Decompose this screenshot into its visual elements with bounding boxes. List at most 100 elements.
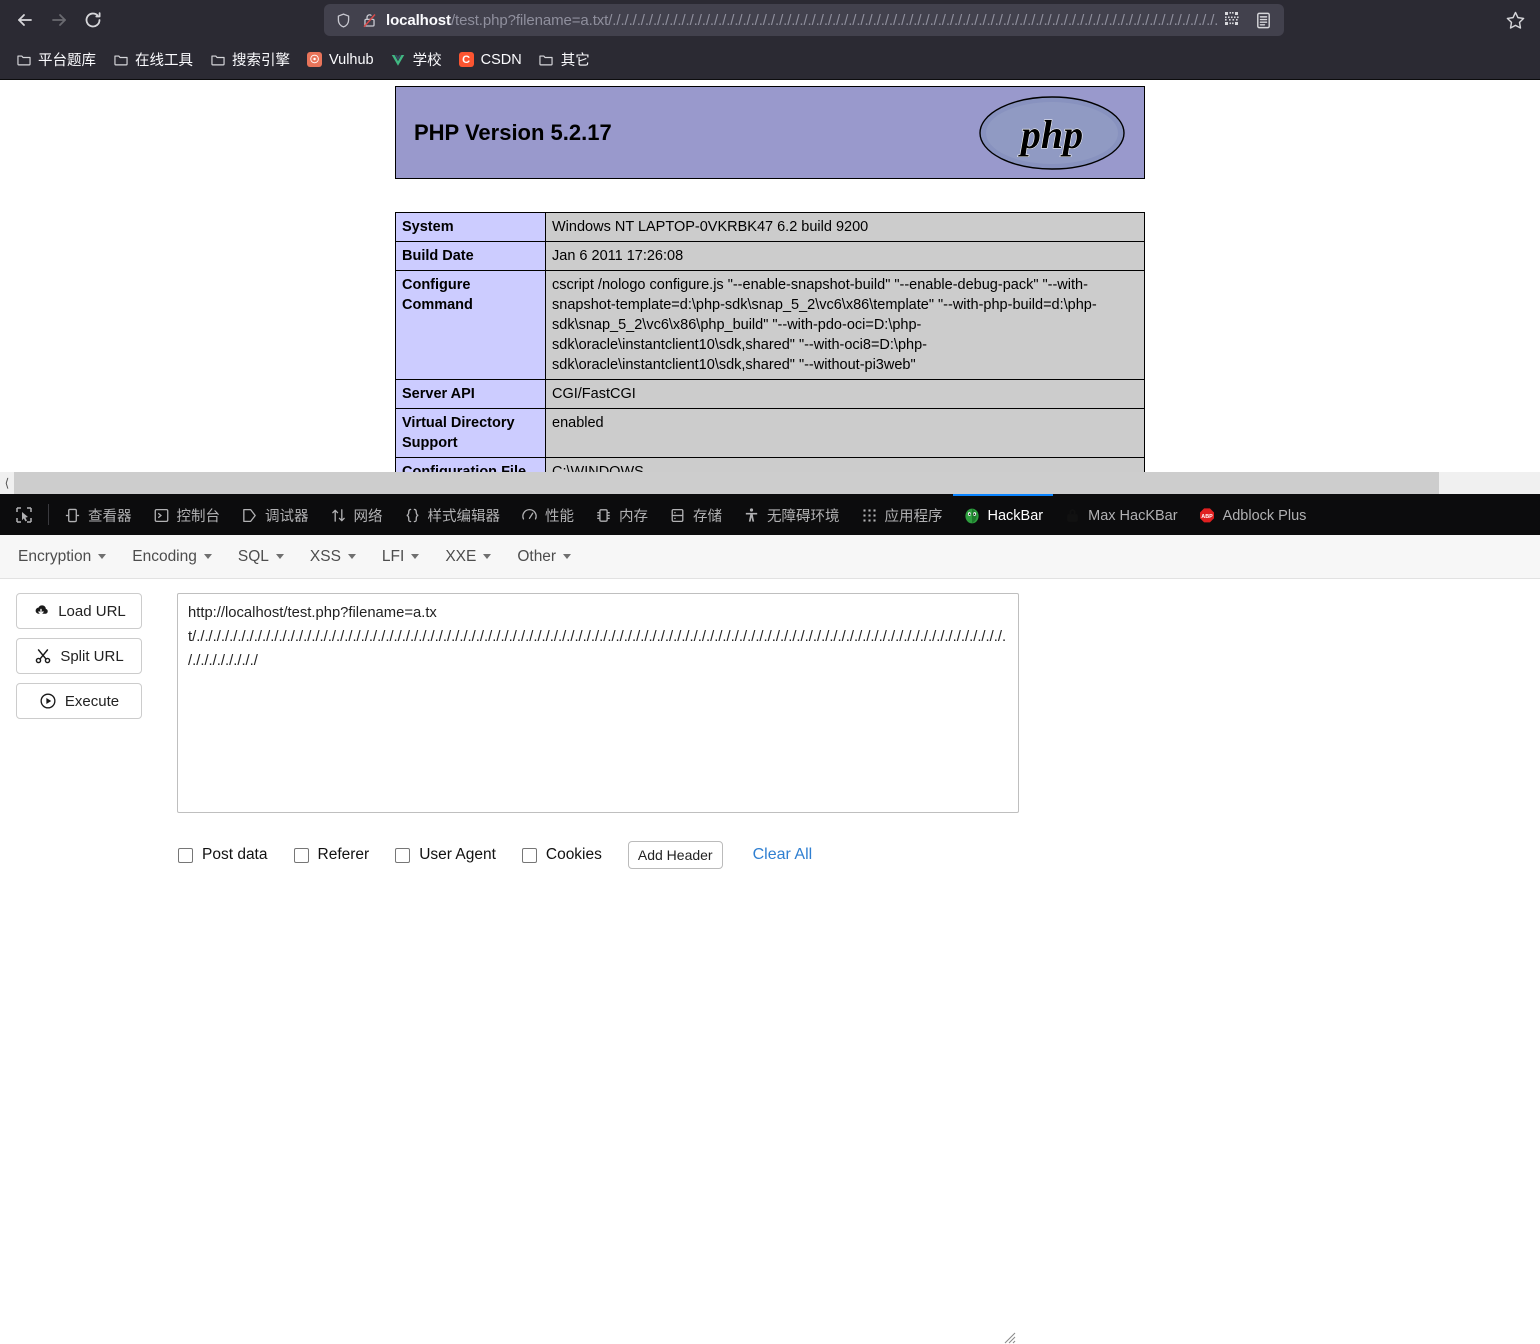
load-url-button[interactable]: Load URL: [16, 593, 142, 629]
reload-button[interactable]: [76, 3, 110, 37]
bookmark-item[interactable]: C CSDN: [451, 47, 529, 72]
devtools-tab-console[interactable]: 控制台: [142, 494, 231, 535]
hackbar-icon: [963, 506, 982, 525]
clear-all-link[interactable]: Clear All: [753, 846, 813, 864]
devtools-tab-accessibility[interactable]: 无障碍环境: [732, 494, 850, 535]
url-textarea[interactable]: [177, 593, 1019, 813]
devtools-tab-adblock-plus[interactable]: ABP Adblock Plus: [1188, 494, 1317, 535]
folder-icon: [538, 51, 555, 68]
vue-icon: [390, 51, 407, 68]
bookmark-item[interactable]: 平台题库: [8, 45, 103, 74]
hackbar-menu-label: Encoding: [132, 547, 197, 565]
checkbox-label: Cookies: [545, 846, 602, 863]
cloud-download-icon: [32, 602, 50, 620]
devtools-tab-debugger[interactable]: 调试器: [230, 494, 319, 535]
vulhub-icon: ☉: [306, 51, 323, 68]
url-host: localhost: [386, 11, 451, 29]
scroll-left-arrow-icon[interactable]: ⟨: [0, 472, 14, 494]
hackbar-menu-label: XSS: [309, 547, 341, 565]
bookmark-item[interactable]: 在线工具: [105, 45, 200, 74]
bookmark-label: CSDN: [480, 51, 522, 68]
table-row: System Windows NT LAPTOP-0VKRBK47 6.2 bui…: [395, 212, 1145, 242]
bookmark-item[interactable]: ☉ Vulhub: [299, 47, 381, 72]
devtools-tab-inspector[interactable]: 查看器: [53, 494, 142, 535]
table-cell-value: Windows NT LAPTOP-0VKRBK47 6.2 build 920…: [545, 212, 1145, 242]
phpinfo-document: PHP Version 5.2.17 php System Windows NT …: [395, 81, 1145, 472]
checkbox-post-data[interactable]: Post data: [178, 846, 268, 864]
table-cell-key: System: [395, 212, 546, 242]
hackbar-menu-xss[interactable]: XSS: [310, 548, 356, 566]
devtools-tab-network[interactable]: 网络: [319, 494, 393, 535]
devtools-tab-style-editor[interactable]: 样式编辑器: [393, 494, 511, 535]
browser-navigation-toolbar: localhost/test.php?filename=a.txt/./././…: [0, 0, 1540, 40]
folder-icon: [112, 51, 129, 68]
checkbox-box[interactable]: [178, 847, 193, 863]
checkbox-referer[interactable]: Referer: [293, 846, 369, 864]
hackbar-menu-other[interactable]: Other: [517, 548, 572, 566]
scrollbar-track[interactable]: [14, 472, 1540, 494]
element-picker-icon[interactable]: [4, 494, 44, 535]
bookmark-item[interactable]: 学校: [383, 45, 449, 74]
devtools-tab-performance[interactable]: 性能: [510, 494, 584, 535]
memory-icon: [594, 506, 613, 525]
chevron-down-icon: [563, 554, 572, 559]
checkbox-box[interactable]: [395, 847, 411, 863]
csdn-icon: C: [458, 51, 475, 68]
execute-label: Execute: [64, 692, 120, 710]
hackbar-menu-sql[interactable]: SQL: [238, 548, 284, 566]
checkbox-label: User Agent: [419, 846, 496, 863]
checkbox-cookies[interactable]: Cookies: [521, 846, 602, 864]
toolbar-divider: [48, 504, 49, 525]
bookmark-star-icon[interactable]: [1498, 3, 1532, 37]
textarea-resize-grip[interactable]: [1000, 1328, 1016, 1344]
bookmark-item[interactable]: 其它: [531, 45, 597, 74]
devtools-tab-label: HackBar: [987, 507, 1044, 524]
add-header-button[interactable]: Add Header: [627, 841, 723, 869]
url-text[interactable]: localhost/test.php?filename=a.txt/./././…: [386, 12, 1218, 29]
table-cell-value: cscript /nologo configure.js "--enable-s…: [545, 270, 1145, 380]
hackbar-menu-xxe[interactable]: XXE: [445, 548, 492, 566]
phpinfo-table: System Windows NT LAPTOP-0VKRBK47 6.2 bui…: [395, 212, 1145, 472]
devtools-tab-max-hackbar[interactable]: Max HacKBar: [1053, 494, 1187, 535]
checkbox-box[interactable]: [293, 847, 309, 863]
table-cell-key: Build Date: [395, 241, 546, 271]
hackbar-menu-label: SQL: [237, 547, 269, 565]
bookmark-label: 学校: [412, 53, 442, 69]
back-button[interactable]: [8, 3, 42, 37]
devtools-tab-memory[interactable]: 内存: [584, 494, 658, 535]
forward-button[interactable]: [42, 3, 76, 37]
scrollbar-thumb[interactable]: [14, 472, 1439, 494]
debugger-icon: [240, 506, 259, 525]
execute-button[interactable]: Execute: [16, 683, 142, 719]
performance-icon: [520, 506, 539, 525]
adblock-plus-icon: ABP: [1198, 506, 1217, 525]
chevron-down-icon: [203, 554, 212, 559]
reader-mode-icon[interactable]: [1248, 5, 1278, 35]
address-bar[interactable]: localhost/test.php?filename=a.txt/./././…: [324, 4, 1284, 36]
split-url-button[interactable]: Split URL: [16, 638, 142, 674]
shield-icon[interactable]: [330, 7, 356, 33]
table-cell-value: Jan 6 2011 17:26:08: [545, 241, 1145, 271]
qr-code-icon[interactable]: [1218, 5, 1248, 35]
bookmark-label: 其它: [560, 53, 590, 69]
devtools-tab-label: 样式编辑器: [427, 509, 501, 525]
devtools-tab-hackbar[interactable]: HackBar: [952, 494, 1054, 535]
hackbar-body: Load URL Split URL Execute http://localh…: [0, 579, 1540, 813]
load-url-label: Load URL: [58, 602, 126, 620]
hackbar-menu-encryption[interactable]: Encryption: [18, 548, 107, 566]
checkbox-box[interactable]: [521, 847, 537, 863]
hackbar-panel: Encryption Encoding SQL XSS LFI XXE Other Load…: [0, 535, 1540, 1344]
hackbar-menu-encoding[interactable]: Encoding: [132, 548, 212, 566]
lock-broken-icon[interactable]: [356, 7, 382, 33]
table-row: Virtual Directory Support enabled: [395, 408, 1145, 458]
bookmark-item[interactable]: 搜索引擎: [202, 45, 297, 74]
table-row: Server API CGI/FastCGI: [395, 379, 1145, 409]
checkbox-user-agent[interactable]: User Agent: [395, 846, 496, 864]
chevron-down-icon: [98, 554, 107, 559]
devtools-tab-label: Max HacKBar: [1088, 507, 1178, 524]
table-cell-value: C:\WINDOWS: [545, 457, 1145, 472]
page-horizontal-scrollbar[interactable]: ⟨: [0, 472, 1540, 494]
hackbar-menu-lfi[interactable]: LFI: [382, 548, 420, 566]
devtools-tab-storage[interactable]: 存储: [658, 494, 732, 535]
devtools-tab-application[interactable]: 应用程序: [850, 494, 953, 535]
